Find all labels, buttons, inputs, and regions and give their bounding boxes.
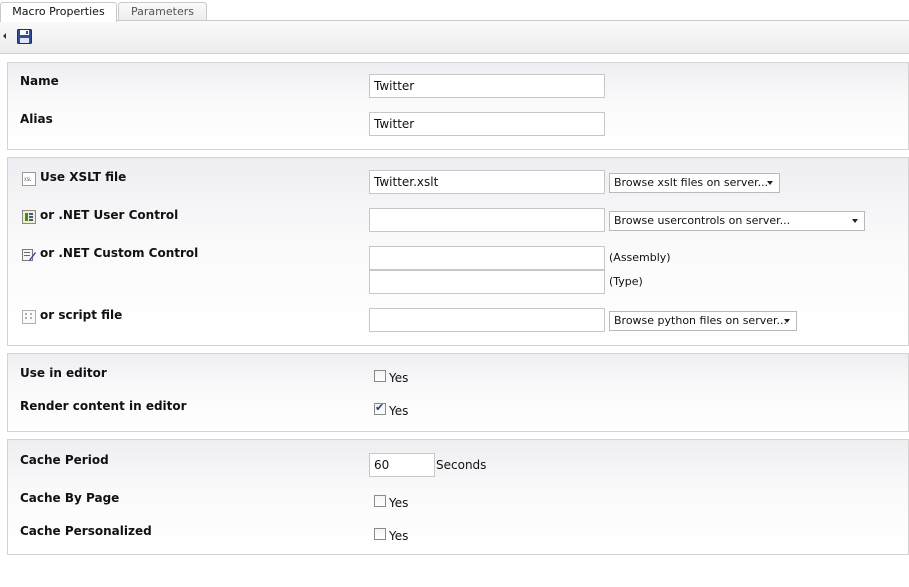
- user-control-input[interactable]: [369, 208, 605, 232]
- cache-period-unit: Seconds: [436, 458, 487, 472]
- xslt-browse-select[interactable]: Browse xslt files on server...: [609, 173, 780, 193]
- name-label: Name: [20, 74, 59, 88]
- script-browse-select[interactable]: Browse python files on server...: [609, 311, 797, 331]
- cache-by-page-yes: Yes: [389, 496, 409, 510]
- type-label: (Type): [609, 275, 643, 288]
- render-panel: XSL Use XSLT file Browse xslt files on s…: [7, 157, 909, 346]
- script-file-input[interactable]: [369, 308, 605, 332]
- general-panel: Name Alias: [7, 62, 909, 150]
- user-control-label: or .NET User Control: [40, 208, 179, 222]
- tab-bar: Macro Properties Parameters: [0, 0, 909, 22]
- cache-personalized-yes: Yes: [389, 529, 409, 543]
- xslt-label: Use XSLT file: [40, 170, 127, 184]
- toolbar: [0, 21, 909, 54]
- use-in-editor-label: Use in editor: [20, 366, 107, 380]
- alias-input[interactable]: [369, 112, 605, 136]
- xslt-browse-text: Browse xslt files on server...: [614, 176, 769, 189]
- xslt-file-icon: XSL: [22, 172, 36, 186]
- cache-period-input[interactable]: [369, 453, 435, 477]
- cache-by-page-checkbox[interactable]: [374, 495, 386, 507]
- user-control-icon: [22, 210, 36, 224]
- chevron-down-icon: [767, 181, 773, 185]
- cache-personalized-label: Cache Personalized: [20, 524, 152, 538]
- use-in-editor-yes: Yes: [389, 371, 409, 385]
- chevron-down-icon: [852, 219, 858, 223]
- cache-personalized-checkbox[interactable]: [374, 528, 386, 540]
- render-content-checkbox[interactable]: [374, 401, 386, 415]
- custom-control-icon: [22, 248, 36, 262]
- cache-period-label: Cache Period: [20, 453, 109, 467]
- editor-panel: Use in editor Yes Render content in edit…: [7, 353, 909, 432]
- render-content-label: Render content in editor: [20, 399, 187, 413]
- svg-text:XSL: XSL: [24, 177, 32, 182]
- use-in-editor-checkbox[interactable]: [374, 370, 386, 382]
- collapse-arrow-icon[interactable]: [3, 33, 6, 39]
- name-input[interactable]: [369, 74, 605, 98]
- cache-by-page-label: Cache By Page: [20, 491, 120, 505]
- script-browse-text: Browse python files on server...: [614, 314, 788, 327]
- alias-label: Alias: [20, 112, 53, 126]
- assembly-label: (Assembly): [609, 251, 671, 264]
- assembly-input[interactable]: [369, 246, 605, 270]
- tab-macro-properties[interactable]: Macro Properties: [0, 2, 117, 22]
- custom-control-label: or .NET Custom Control: [40, 246, 199, 260]
- chevron-down-icon: [784, 319, 790, 323]
- xslt-input[interactable]: [369, 170, 605, 194]
- user-control-browse-select[interactable]: Browse usercontrols on server...: [609, 211, 865, 231]
- type-input[interactable]: [369, 270, 605, 294]
- render-content-yes: Yes: [389, 404, 409, 418]
- cache-panel: Cache Period Seconds Cache By Page Yes C…: [7, 439, 909, 555]
- tab-parameters[interactable]: Parameters: [118, 2, 207, 21]
- save-icon[interactable]: [17, 29, 32, 44]
- user-control-browse-text: Browse usercontrols on server...: [614, 214, 791, 227]
- script-file-label: or script file: [40, 308, 123, 322]
- script-file-icon: [22, 310, 36, 324]
